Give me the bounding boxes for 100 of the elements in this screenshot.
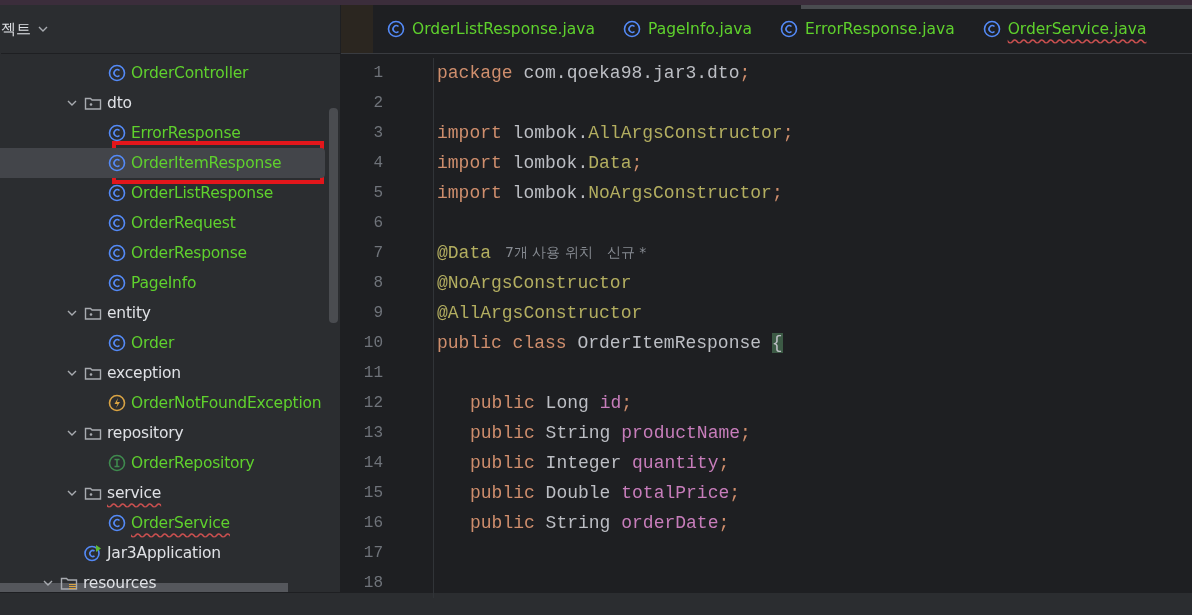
tree-item[interactable]: repository xyxy=(0,418,325,448)
tree-item[interactable]: ErrorResponse xyxy=(0,118,325,148)
class-icon xyxy=(108,244,126,262)
line-number: 18 xyxy=(362,574,383,592)
code-token: public xyxy=(470,513,535,533)
editor-tab[interactable]: PageInfo.java xyxy=(609,5,766,53)
class-icon xyxy=(108,274,126,292)
code-token: quantity xyxy=(632,453,719,473)
code-token: @NoArgsConstructor xyxy=(437,273,632,293)
code-token: ; xyxy=(740,423,751,443)
code-token: orderDate xyxy=(621,513,719,533)
code-token: package xyxy=(437,63,513,83)
class-icon xyxy=(108,214,126,232)
code-token: public xyxy=(470,453,535,473)
inlay-hint: 7개 사용 위치 xyxy=(505,244,593,262)
line-number: 5 xyxy=(372,184,383,202)
lightning-icon xyxy=(108,394,126,412)
tree-item[interactable]: exception xyxy=(0,358,325,388)
code-token: @Data xyxy=(437,243,491,263)
class-icon xyxy=(108,64,126,82)
code-token: totalPrice xyxy=(621,483,730,503)
tree-item[interactable]: OrderRepository xyxy=(0,448,325,478)
code-token: OrderItemResponse xyxy=(576,333,763,353)
class-icon xyxy=(387,20,405,38)
code-token: productName xyxy=(621,423,741,443)
line-number: 6 xyxy=(372,214,383,232)
class-icon xyxy=(108,124,126,142)
tree-item[interactable]: entity xyxy=(0,298,325,328)
code-token: String xyxy=(544,423,612,443)
tree-item[interactable]: OrderResponse xyxy=(0,238,325,268)
code-token: ; xyxy=(621,393,633,413)
code-token: lombok. xyxy=(511,123,589,143)
class-icon xyxy=(108,154,126,172)
code-token: ; xyxy=(782,123,794,143)
line-number: 13 xyxy=(362,424,383,442)
code-token: String xyxy=(544,513,612,533)
tree-item[interactable]: OrderController xyxy=(0,58,325,88)
code-token: import xyxy=(437,183,502,203)
line-number: 4 xyxy=(372,154,383,172)
tree-item[interactable]: PageInfo xyxy=(0,268,325,298)
tree-item[interactable]: OrderListResponse xyxy=(0,178,325,208)
code-token: NoArgsConstructor xyxy=(588,183,772,203)
line-number: 11 xyxy=(362,364,383,382)
line-number: 2 xyxy=(372,94,383,112)
code-token: Double xyxy=(544,483,612,503)
code-token: lombok. xyxy=(511,183,589,203)
code-token: Long xyxy=(544,393,590,413)
class-icon xyxy=(982,20,1001,38)
code-token: public class xyxy=(437,333,567,353)
class-icon xyxy=(108,334,126,352)
line-number: 9 xyxy=(372,304,383,322)
code-token: ; xyxy=(771,183,783,203)
line-number: 8 xyxy=(372,274,383,292)
line-number: 7 xyxy=(372,244,383,262)
run-class-icon xyxy=(84,544,102,562)
code-token: public xyxy=(470,423,535,443)
line-number: 14 xyxy=(362,454,383,472)
code-token: import xyxy=(437,153,502,173)
scrollbar[interactable] xyxy=(329,108,338,323)
interface-icon xyxy=(108,454,126,472)
editor-tab[interactable]: OrderListResponse.java xyxy=(373,5,609,53)
tab-bar-corner xyxy=(341,5,373,53)
line-number: 17 xyxy=(362,544,383,562)
code-token: @AllArgsConstructor xyxy=(437,303,643,323)
class-icon xyxy=(108,514,126,532)
code-token: ; xyxy=(631,153,643,173)
tree-item[interactable]: service xyxy=(0,478,325,508)
code-token: public xyxy=(470,393,535,413)
panel-title: 젝트 xyxy=(1,19,31,39)
tree-item[interactable]: Order xyxy=(0,328,325,358)
code-token: Data xyxy=(588,153,632,173)
line-number: 10 xyxy=(362,334,383,352)
code-token: com.qoeka98.jar3.dto xyxy=(522,63,740,83)
tree-item[interactable]: resources xyxy=(0,568,325,592)
line-number: 1 xyxy=(372,64,383,82)
editor-tab[interactable]: OrderService.java xyxy=(968,5,1161,53)
tree-item[interactable]: OrderService xyxy=(0,508,325,538)
class-icon xyxy=(780,20,798,38)
line-number: 3 xyxy=(372,124,383,142)
code-token: AllArgsConstructor xyxy=(588,123,783,143)
tree-item[interactable]: OrderRequest xyxy=(0,208,325,238)
class-icon xyxy=(623,20,641,38)
code-token: Integer xyxy=(544,453,623,473)
tree-item[interactable]: OrderNotFoundException xyxy=(0,388,325,418)
line-number: 16 xyxy=(362,514,383,532)
code-token: id xyxy=(599,393,622,413)
inlay-hint: 신규 * xyxy=(606,244,647,262)
editor-tab[interactable]: ErrorResponse.java xyxy=(766,5,969,53)
code-token: ; xyxy=(718,453,730,473)
line-number: 12 xyxy=(362,394,383,412)
class-icon xyxy=(108,184,126,202)
tree-item[interactable]: Jar3Application xyxy=(0,538,325,568)
code-token: ; xyxy=(729,483,741,503)
code-token: { xyxy=(771,333,783,353)
code-token: lombok. xyxy=(511,153,589,173)
code-token: ; xyxy=(739,63,751,83)
line-number: 15 xyxy=(362,484,383,502)
tree-item[interactable]: dto xyxy=(0,88,325,118)
code-token: import xyxy=(437,123,502,143)
tree-item[interactable]: OrderItemResponse xyxy=(0,148,325,178)
